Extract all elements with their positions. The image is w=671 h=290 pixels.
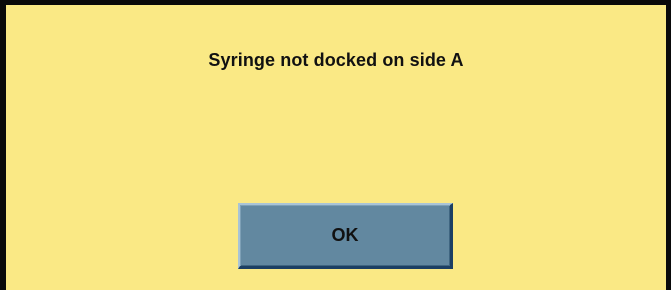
ok-button-label: OK [331, 225, 359, 245]
alert-dialog: Syringe not docked on side A OK [0, 0, 671, 290]
alert-message: Syringe not docked on side A [208, 50, 464, 70]
ok-button[interactable]: OK [238, 203, 453, 269]
